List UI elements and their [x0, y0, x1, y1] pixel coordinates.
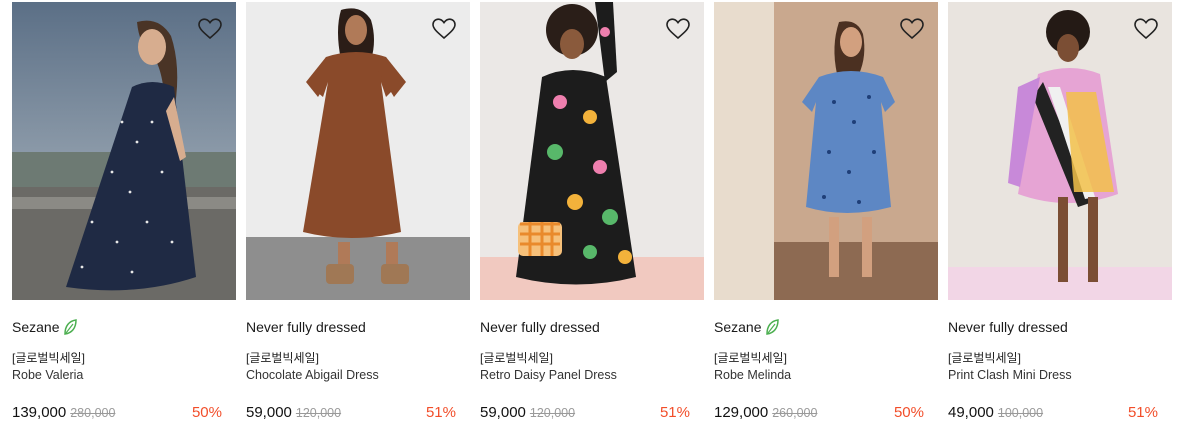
sale-price: 49,000 — [948, 404, 994, 421]
brand-name[interactable]: Never fully dressed — [948, 319, 1068, 335]
discount-badge: 50% — [893, 404, 924, 421]
promo-tag: [글로벌빅세일] — [714, 351, 787, 365]
brand-name[interactable]: Sezane — [714, 319, 761, 335]
product-card[interactable]: Never fully dressed [글로벌빅세일] Chocolate A… — [246, 2, 470, 424]
product-name[interactable]: Retro Daisy Panel Dress — [480, 368, 704, 385]
product-image[interactable] — [714, 2, 938, 300]
heart-outline-icon[interactable] — [1134, 18, 1158, 40]
brand-name[interactable]: Sezane — [12, 319, 59, 335]
promo-tag: [글로벌빅세일] — [12, 351, 85, 365]
product-card[interactable]: Sezane [글로벌빅세일] Robe Valeria 139,000 280… — [12, 2, 236, 424]
brand-name[interactable]: Never fully dressed — [246, 319, 366, 335]
product-card[interactable]: Sezane [글로벌빅세일] Robe Melinda 129,000 260… — [714, 2, 938, 424]
discount-badge: 51% — [659, 404, 690, 421]
leaf-icon — [766, 319, 780, 335]
product-image[interactable] — [948, 2, 1172, 300]
heart-outline-icon[interactable] — [666, 18, 690, 40]
discount-badge: 51% — [425, 404, 456, 421]
product-grid: Sezane [글로벌빅세일] Robe Valeria 139,000 280… — [12, 2, 1172, 424]
product-name[interactable]: Robe Valeria — [12, 368, 236, 385]
product-image[interactable] — [12, 2, 236, 300]
promo-tag: [글로벌빅세일] — [948, 351, 1021, 365]
original-price: 260,000 — [772, 406, 818, 420]
product-name[interactable]: Chocolate Abigail Dress — [246, 368, 470, 385]
product-image[interactable] — [246, 2, 470, 300]
product-name[interactable]: Robe Melinda — [714, 368, 938, 385]
original-price: 120,000 — [529, 406, 576, 420]
brand-name[interactable]: Never fully dressed — [480, 319, 600, 335]
promo-tag: [글로벌빅세일] — [480, 351, 553, 365]
leaf-icon — [64, 319, 78, 335]
original-price: 280,000 — [70, 406, 116, 420]
promo-tag: [글로벌빅세일] — [246, 351, 319, 365]
discount-badge: 50% — [191, 404, 222, 421]
sale-price: 129,000 — [714, 404, 769, 421]
product-image[interactable] — [480, 2, 704, 300]
discount-badge: 51% — [1127, 404, 1158, 421]
product-card[interactable]: Never fully dressed [글로벌빅세일] Retro Daisy… — [480, 2, 704, 424]
heart-outline-icon[interactable] — [900, 18, 924, 40]
sale-price: 139,000 — [12, 404, 67, 421]
original-price: 100,000 — [997, 406, 1044, 420]
sale-price: 59,000 — [246, 404, 292, 421]
original-price: 120,000 — [295, 406, 342, 420]
sale-price: 59,000 — [480, 404, 526, 421]
heart-outline-icon[interactable] — [198, 18, 222, 40]
heart-outline-icon[interactable] — [432, 18, 456, 40]
product-card[interactable]: Never fully dressed [글로벌빅세일] Print Clash… — [948, 2, 1172, 424]
product-name[interactable]: Print Clash Mini Dress — [948, 368, 1172, 385]
